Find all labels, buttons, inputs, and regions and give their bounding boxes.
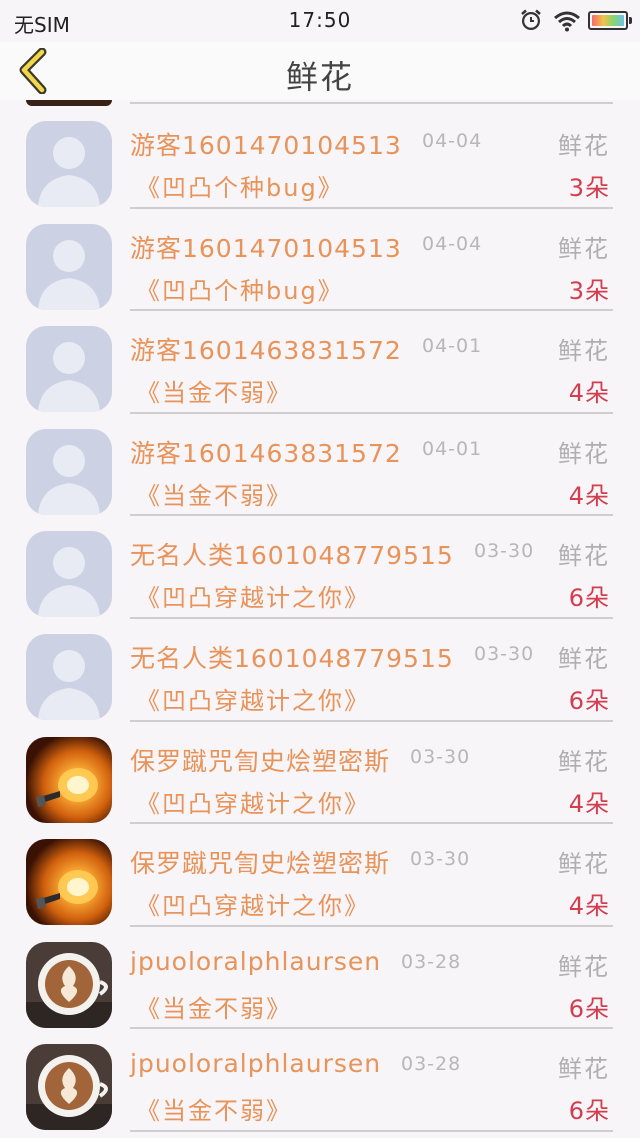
- lightbulb-avatar[interactable]: [26, 839, 112, 926]
- list-item[interactable]: 保罗蹴咒訇史烩塑密斯 03-30 鲜花 《凹凸穿越计之你》 4朵: [0, 830, 640, 933]
- divider: [130, 719, 613, 722]
- sender-name[interactable]: 游客1601463831572: [130, 331, 402, 367]
- flower-gift-list: 游客1601470104513 04-04 鲜花 《凹凸个种bug》 3朵 游客…: [0, 112, 640, 1138]
- lightbulb-avatar[interactable]: [26, 736, 112, 823]
- gift-date: 03-30: [410, 745, 471, 768]
- divider: [130, 309, 613, 312]
- nav-bar: 鲜花: [0, 42, 640, 100]
- list-item[interactable]: 游客1601470104513 04-04 鲜花 《凹凸个种bug》 3朵: [0, 215, 640, 318]
- gift-type: 鲜花: [558, 542, 610, 571]
- list-item[interactable]: jpuoloralphlaursen 03-28 鲜花 《当金不弱》 6朵: [0, 933, 640, 1036]
- list-item[interactable]: 无名人类1601048779515 03-30 鲜花 《凹凸穿越计之你》 6朵: [0, 522, 640, 625]
- divider: [130, 411, 613, 414]
- book-title[interactable]: 《凹凸个种bug》: [136, 271, 344, 306]
- flower-count: 4朵: [568, 789, 610, 818]
- book-title[interactable]: 《当金不弱》: [136, 989, 292, 1024]
- flower-count: 6朵: [568, 584, 610, 613]
- flower-count: 6朵: [568, 686, 610, 715]
- gift-date: 03-30: [474, 642, 535, 665]
- gift-type: 鲜花: [558, 439, 610, 468]
- gift-type: 鲜花: [558, 850, 610, 879]
- divider: [130, 616, 613, 619]
- sender-name[interactable]: 无名人类1601048779515: [130, 536, 454, 572]
- default-avatar[interactable]: [26, 326, 112, 413]
- sender-name[interactable]: jpuoloralphlaursen: [130, 1049, 381, 1078]
- default-avatar[interactable]: [26, 633, 112, 720]
- flower-count: 4朵: [568, 481, 610, 510]
- book-title[interactable]: 《凹凸穿越计之你》: [136, 681, 370, 716]
- default-avatar[interactable]: [26, 428, 112, 515]
- book-title[interactable]: 《凹凸穿越计之你》: [136, 784, 370, 819]
- default-avatar[interactable]: [26, 531, 112, 618]
- gift-date: 04-04: [422, 232, 483, 255]
- divider: [130, 1027, 613, 1030]
- book-title[interactable]: 《当金不弱》: [136, 373, 292, 408]
- list-item[interactable]: 无名人类1601048779515 03-30 鲜花 《凹凸穿越计之你》 6朵: [0, 625, 640, 728]
- divider: [130, 206, 613, 209]
- alarm-icon: [521, 9, 541, 30]
- gift-type: 鲜花: [558, 132, 610, 160]
- sender-name[interactable]: 保罗蹴咒訇史烩塑密斯: [130, 844, 390, 880]
- flower-count: 3朵: [568, 174, 610, 202]
- flower-count: 6朵: [568, 994, 610, 1023]
- divider: [130, 822, 613, 825]
- previous-row-avatar: [26, 100, 112, 106]
- list-item[interactable]: 游客1601470104513 04-04 鲜花 《凹凸个种bug》 3朵: [0, 112, 640, 215]
- coffee-avatar[interactable]: [26, 1044, 112, 1131]
- gift-date: 03-30: [410, 848, 471, 871]
- wifi-icon: [554, 11, 580, 32]
- gift-type: 鲜花: [558, 644, 610, 673]
- flower-count: 4朵: [568, 379, 610, 408]
- gift-date: 03-28: [401, 1053, 462, 1076]
- default-avatar[interactable]: [26, 121, 112, 207]
- sender-name[interactable]: 游客1601463831572: [130, 434, 402, 470]
- flower-count: 6朵: [568, 1097, 610, 1126]
- divider: [130, 102, 613, 104]
- battery-icon: [588, 11, 632, 30]
- divider: [130, 924, 613, 927]
- gift-date: 04-04: [422, 130, 483, 152]
- sender-name[interactable]: jpuoloralphlaursen: [130, 947, 381, 976]
- list-item[interactable]: jpuoloralphlaursen 03-28 鲜花 《当金不弱》 6朵: [0, 1035, 640, 1138]
- flower-count: 4朵: [568, 892, 610, 921]
- divider: [130, 514, 613, 517]
- list-item[interactable]: 游客1601463831572 04-01 鲜花 《当金不弱》 4朵: [0, 317, 640, 420]
- gift-type: 鲜花: [558, 234, 610, 263]
- list-item[interactable]: 游客1601463831572 04-01 鲜花 《当金不弱》 4朵: [0, 420, 640, 523]
- gift-type: 鲜花: [558, 747, 610, 776]
- gift-date: 04-01: [422, 335, 483, 358]
- gift-type: 鲜花: [558, 1055, 610, 1084]
- gift-date: 04-01: [422, 437, 483, 460]
- gift-type: 鲜花: [558, 337, 610, 366]
- sender-name[interactable]: 游客1601470104513: [130, 126, 402, 162]
- book-title[interactable]: 《当金不弱》: [136, 1091, 292, 1126]
- book-title[interactable]: 《凹凸个种bug》: [136, 168, 344, 203]
- book-title[interactable]: 《当金不弱》: [136, 476, 292, 511]
- coffee-avatar[interactable]: [26, 941, 112, 1028]
- sender-name[interactable]: 无名人类1601048779515: [130, 639, 454, 675]
- flower-count: 3朵: [568, 276, 610, 305]
- gift-type: 鲜花: [558, 952, 610, 981]
- sender-name[interactable]: 游客1601470104513: [130, 229, 402, 265]
- book-title[interactable]: 《凹凸穿越计之你》: [136, 886, 370, 921]
- gift-date: 03-30: [474, 540, 535, 563]
- sender-name[interactable]: 保罗蹴咒訇史烩塑密斯: [130, 742, 390, 778]
- book-title[interactable]: 《凹凸穿越计之你》: [136, 578, 370, 613]
- list-item[interactable]: 保罗蹴咒訇史烩塑密斯 03-30 鲜花 《凹凸穿越计之你》 4朵: [0, 728, 640, 831]
- clock: 17:50: [288, 8, 352, 32]
- status-bar: 无SIM 17:50: [0, 0, 640, 42]
- page-title: 鲜花: [285, 58, 354, 96]
- gift-date: 03-28: [401, 950, 462, 973]
- default-avatar[interactable]: [26, 223, 112, 310]
- divider: [130, 1129, 613, 1132]
